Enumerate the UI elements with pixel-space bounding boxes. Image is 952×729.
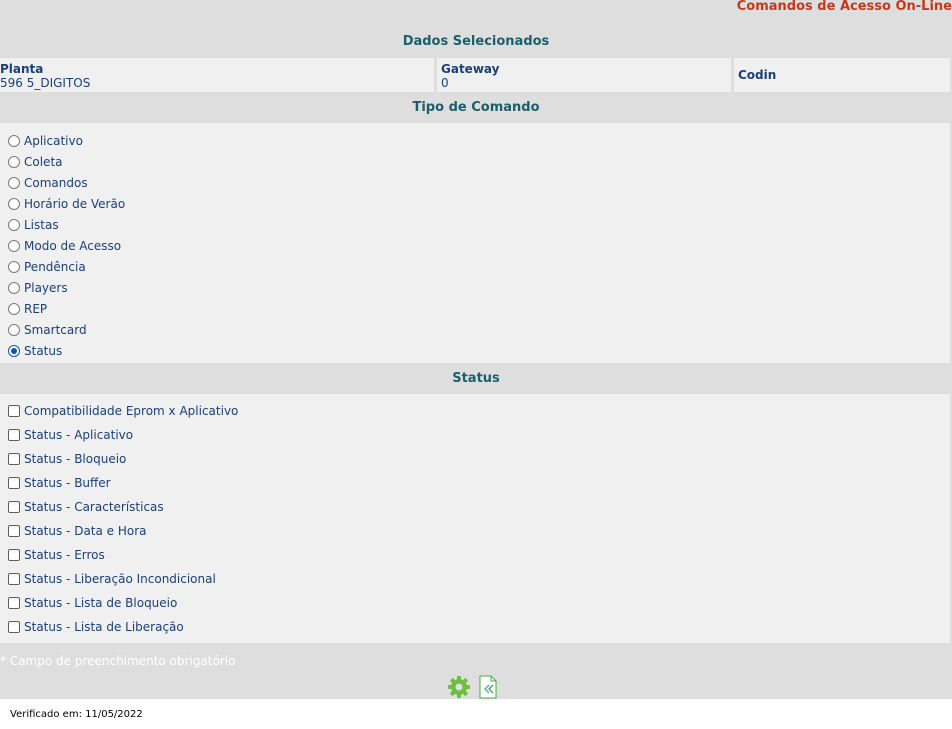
gateway-cell: Gateway 0	[437, 58, 731, 92]
checkbox-option[interactable]: Status - Data e Hora	[8, 524, 147, 538]
radio-option[interactable]: Status	[8, 344, 62, 358]
status-header: Status	[452, 371, 500, 386]
radio-label: Pendência	[24, 260, 86, 274]
radio-button[interactable]	[8, 282, 20, 294]
checkbox-label: Status - Lista de Bloqueio	[24, 596, 178, 610]
radio-button[interactable]	[8, 303, 20, 315]
radio-option[interactable]: Smartcard	[8, 323, 87, 337]
checkbox[interactable]	[8, 477, 20, 489]
radio-label: Horário de Verão	[24, 197, 126, 211]
radio-option[interactable]: Listas	[8, 218, 59, 232]
radio-label: REP	[24, 302, 48, 316]
checkbox-option[interactable]: Status - Características	[8, 500, 164, 514]
radio-button[interactable]	[8, 198, 20, 210]
checkbox-option[interactable]: Status - Erros	[8, 548, 105, 562]
checkbox[interactable]	[8, 405, 20, 417]
radio-button[interactable]	[8, 135, 20, 147]
checkbox-option[interactable]: Status - Liberação Incondicional	[8, 572, 216, 586]
radio-label: Status	[24, 344, 63, 358]
planta-cell: Planta 596 5_DIGITOS	[0, 58, 434, 92]
checkbox-option[interactable]: Compatibilidade Eprom x Aplicativo	[8, 404, 238, 418]
radio-label: Aplicativo	[24, 134, 83, 148]
required-field-note: * Campo de preenchimento obrigatório	[0, 654, 236, 668]
radio-label: Comandos	[24, 176, 88, 190]
radio-option[interactable]: Aplicativo	[8, 134, 83, 148]
radio-label: Listas	[24, 218, 59, 232]
radio-button[interactable]	[8, 345, 20, 357]
checkbox-label: Status - Liberação Incondicional	[24, 572, 216, 586]
checkbox[interactable]	[8, 549, 20, 561]
radio-option[interactable]: Players	[8, 281, 68, 295]
checkbox[interactable]	[8, 501, 20, 513]
checkbox-option[interactable]: Status - Lista de Liberação	[8, 620, 184, 634]
checkbox-option[interactable]: Status - Bloqueio	[8, 452, 126, 466]
tipo-comando-panel: Aplicativo Coleta Comandos Horário de Verão…	[0, 123, 950, 363]
checkbox-label: Compatibilidade Eprom x Aplicativo	[24, 404, 239, 418]
codin-cell: Codin	[734, 58, 950, 92]
planta-label: Planta	[0, 62, 44, 76]
radio-button[interactable]	[8, 240, 20, 252]
tipo-comando-header: Tipo de Comando	[412, 100, 540, 115]
checkbox-label: Status - Erros	[24, 548, 105, 562]
send-document-icon[interactable]	[478, 675, 498, 699]
checkbox[interactable]	[8, 525, 20, 537]
radio-option[interactable]: REP	[8, 302, 47, 316]
radio-button[interactable]	[8, 324, 20, 336]
selected-data-row: Planta 596 5_DIGITOS Gateway 0 Codin	[0, 58, 952, 92]
checkbox[interactable]	[8, 453, 20, 465]
checkbox-option[interactable]: Status - Aplicativo	[8, 428, 133, 442]
checkbox[interactable]	[8, 573, 20, 585]
radio-label: Smartcard	[24, 323, 87, 337]
radio-button[interactable]	[8, 219, 20, 231]
checkbox-label: Status - Buffer	[24, 476, 111, 490]
radio-option[interactable]: Comandos	[8, 176, 88, 190]
checkbox-label: Status - Características	[24, 500, 164, 514]
app-title: Comandos de Acesso On-Line	[736, 0, 952, 14]
radio-button[interactable]	[8, 177, 20, 189]
checkbox-label: Status - Lista de Liberação	[24, 620, 184, 634]
radio-option[interactable]: Pendência	[8, 260, 86, 274]
verified-date: Verificado em: 11/05/2022	[10, 709, 143, 720]
radio-label: Coleta	[24, 155, 63, 169]
gateway-label: Gateway	[441, 62, 500, 76]
checkbox-label: Status - Bloqueio	[24, 452, 127, 466]
main-form: Comandos de Acesso On-Line Dados Selecio…	[0, 0, 952, 699]
radio-option[interactable]: Coleta	[8, 155, 63, 169]
radio-button[interactable]	[8, 156, 20, 168]
codin-label: Codin	[738, 68, 777, 82]
checkbox-label: Status - Data e Hora	[24, 524, 147, 538]
gateway-value: 0	[441, 76, 449, 90]
checkbox[interactable]	[8, 621, 20, 633]
checkbox[interactable]	[8, 597, 20, 609]
radio-label: Modo de Acesso	[24, 239, 122, 253]
planta-value: 596 5_DIGITOS	[0, 76, 91, 90]
radio-button[interactable]	[8, 261, 20, 273]
checkbox-label: Status - Aplicativo	[24, 428, 134, 442]
radio-option[interactable]: Modo de Acesso	[8, 239, 121, 253]
radio-option[interactable]: Horário de Verão	[8, 197, 125, 211]
dados-selecionados-header: Dados Selecionados	[402, 34, 550, 49]
status-panel: Compatibilidade Eprom x Aplicativo Status…	[0, 394, 950, 643]
checkbox-option[interactable]: Status - Lista de Bloqueio	[8, 596, 177, 610]
page: Comandos de Acesso On-Line Dados Selecio…	[0, 0, 952, 729]
checkbox[interactable]	[8, 429, 20, 441]
checkbox-option[interactable]: Status - Buffer	[8, 476, 111, 490]
gear-icon[interactable]	[447, 675, 471, 699]
radio-label: Players	[24, 281, 68, 295]
